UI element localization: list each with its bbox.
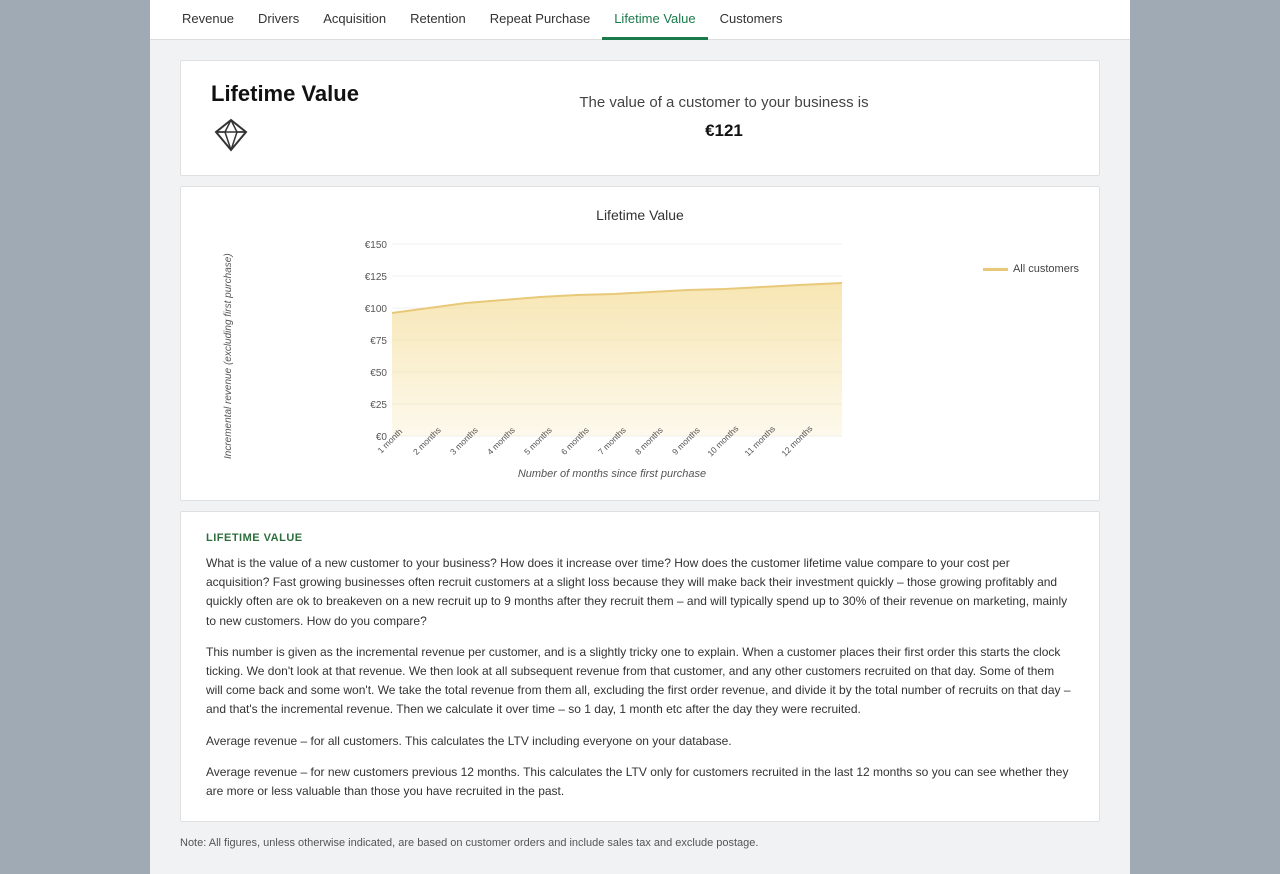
svg-text:€100: €100 (365, 304, 388, 315)
chart-legend: All customers (968, 233, 1079, 480)
info-section-title: LIFETIME VALUE (206, 532, 1074, 544)
chart-card: Lifetime Value Incremental revenue (excl… (180, 186, 1100, 501)
chart-area: €150 €125 €100 €75 €50 €25 €0 (256, 233, 968, 480)
content-area: Lifetime Value The value of a cust (150, 40, 1130, 874)
note: Note: All figures, unless otherwise indi… (180, 832, 1100, 854)
header-left: Lifetime Value (211, 81, 359, 155)
diamond-icon (211, 115, 359, 155)
navigation: RevenueDriversAcquisitionRetentionRepeat… (150, 0, 1130, 40)
nav-item-retention[interactable]: Retention (398, 0, 478, 40)
info-paragraph-1: What is the value of a new customer to y… (206, 554, 1074, 631)
legend-line (983, 268, 1008, 271)
nav-item-drivers[interactable]: Drivers (246, 0, 311, 40)
nav-item-acquisition[interactable]: Acquisition (311, 0, 398, 40)
legend-label: All customers (1013, 263, 1079, 275)
nav-item-customers[interactable]: Customers (708, 0, 795, 40)
nav-item-repeat-purchase[interactable]: Repeat Purchase (478, 0, 602, 40)
svg-text:€75: €75 (370, 336, 387, 347)
page-title: Lifetime Value (211, 81, 359, 107)
nav-item-revenue[interactable]: Revenue (170, 0, 246, 40)
svg-text:€50: €50 (370, 368, 387, 379)
header-summary: The value of a customer to your business… (379, 89, 1069, 147)
info-paragraph-4: Average revenue – for new customers prev… (206, 763, 1074, 801)
y-axis-label: Incremental revenue (excluding first pur… (201, 233, 256, 480)
chart-svg: €150 €125 €100 €75 €50 €25 €0 (256, 233, 968, 466)
info-card: LIFETIME VALUE What is the value of a ne… (180, 511, 1100, 822)
svg-text:€125: €125 (365, 272, 388, 283)
svg-text:€25: €25 (370, 400, 387, 411)
header-subtitle: The value of a customer to your business… (379, 89, 1069, 116)
x-axis-label: Number of months since first purchase (256, 468, 968, 480)
nav-item-lifetime-value[interactable]: Lifetime Value (602, 0, 707, 40)
ltv-value: €121 (379, 116, 1069, 147)
header-card: Lifetime Value The value of a cust (180, 60, 1100, 176)
chart-container: Incremental revenue (excluding first pur… (201, 233, 1079, 480)
svg-text:€150: €150 (365, 240, 388, 251)
legend-item-all-customers: All customers (983, 263, 1079, 275)
info-paragraph-3: Average revenue – for all customers. Thi… (206, 732, 1074, 751)
info-paragraph-2: This number is given as the incremental … (206, 643, 1074, 720)
chart-title: Lifetime Value (201, 207, 1079, 223)
